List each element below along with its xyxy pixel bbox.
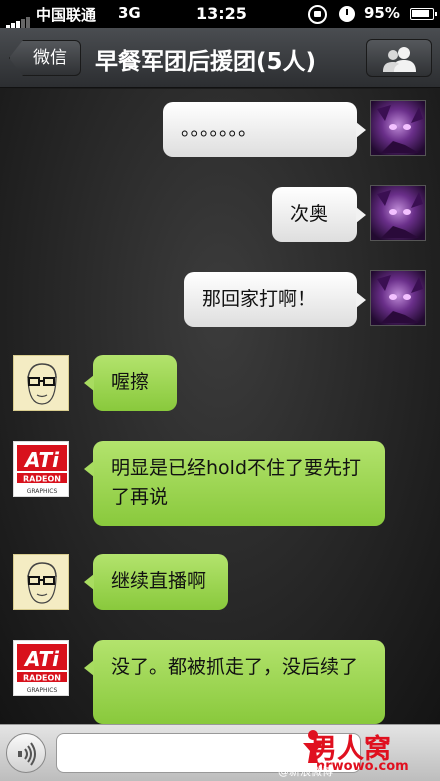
voice-icon xyxy=(18,742,36,766)
message-bubble[interactable]: 次奥 xyxy=(272,187,366,242)
svg-text:RADEON: RADEON xyxy=(23,475,61,484)
message-text: 。。。。。。。 xyxy=(181,118,258,140)
clock: 13:25 xyxy=(196,4,247,23)
network-type: 3G xyxy=(118,4,141,22)
purple-avatar[interactable] xyxy=(370,270,426,326)
navigation-bar: 微信 早餐军团后援团(5人) xyxy=(0,28,440,88)
ati-avatar[interactable]: ATi RADEON GRAPHICS xyxy=(13,441,69,497)
message-text: 没了。都被抓走了，没后续了 xyxy=(111,656,359,678)
svg-text:GRAPHICS: GRAPHICS xyxy=(27,687,58,694)
ati-logo-image: ATi RADEON GRAPHICS xyxy=(17,644,67,694)
back-button[interactable]: 微信 xyxy=(9,40,81,76)
message-bubble[interactable]: 没了。都被抓走了，没后续了 xyxy=(84,640,385,724)
svg-text:GRAPHICS: GRAPHICS xyxy=(27,488,58,495)
purple-avatar[interactable] xyxy=(370,185,426,241)
svg-text:RADEON: RADEON xyxy=(23,674,61,683)
message-bubble[interactable]: 那回家打啊！ xyxy=(184,272,366,327)
contacts-icon xyxy=(383,47,416,72)
purple-character-image xyxy=(377,275,423,323)
sketch-avatar[interactable] xyxy=(13,355,69,411)
rotation-lock-icon xyxy=(308,5,327,24)
sketch-avatar[interactable] xyxy=(13,554,69,610)
purple-character-image xyxy=(377,105,423,153)
message-bubble[interactable]: 喔擦 xyxy=(84,355,177,411)
signal-icon xyxy=(6,10,31,28)
chat-area[interactable]: 。。。。。。。 次奥 那回家打啊！ 喔擦 ATi RADEON GRAPHICS… xyxy=(0,89,440,724)
status-bar: 中国联通 3G 13:25 95% xyxy=(0,0,440,28)
battery-icon xyxy=(410,8,437,20)
message-text: 喔擦 xyxy=(111,371,150,393)
message-bubble[interactable]: 明显是已经hold不住了要先打了再说 xyxy=(84,441,385,526)
message-text: 继续直播啊 xyxy=(111,570,207,592)
glasses-man-image xyxy=(27,363,57,405)
message-text: 次奥 xyxy=(290,203,329,225)
carrier-name: 中国联通 xyxy=(36,6,97,24)
message-text: 明显是已经hold不住了要先打了再说 xyxy=(111,457,362,508)
message-bubble[interactable]: 继续直播啊 xyxy=(84,554,228,610)
svg-text:ATi: ATi xyxy=(23,647,60,671)
ati-logo-image: ATi RADEON GRAPHICS xyxy=(17,445,67,495)
alarm-icon xyxy=(339,6,355,22)
chat-title: 早餐军团后援团(5人) xyxy=(95,49,317,75)
svg-text:ATi: ATi xyxy=(23,448,60,472)
voice-button[interactable] xyxy=(6,733,46,773)
purple-avatar[interactable] xyxy=(370,100,426,156)
weibo-watermark: @新浪微博 xyxy=(278,765,333,778)
message-bubble[interactable]: 。。。。。。。 xyxy=(163,102,366,157)
purple-character-image xyxy=(377,190,423,238)
ati-avatar[interactable]: ATi RADEON GRAPHICS xyxy=(13,640,69,696)
message-text: 那回家打啊！ xyxy=(202,288,317,310)
glasses-man-image xyxy=(27,562,57,604)
members-button[interactable] xyxy=(366,39,432,77)
battery-percentage: 95% xyxy=(364,4,400,22)
